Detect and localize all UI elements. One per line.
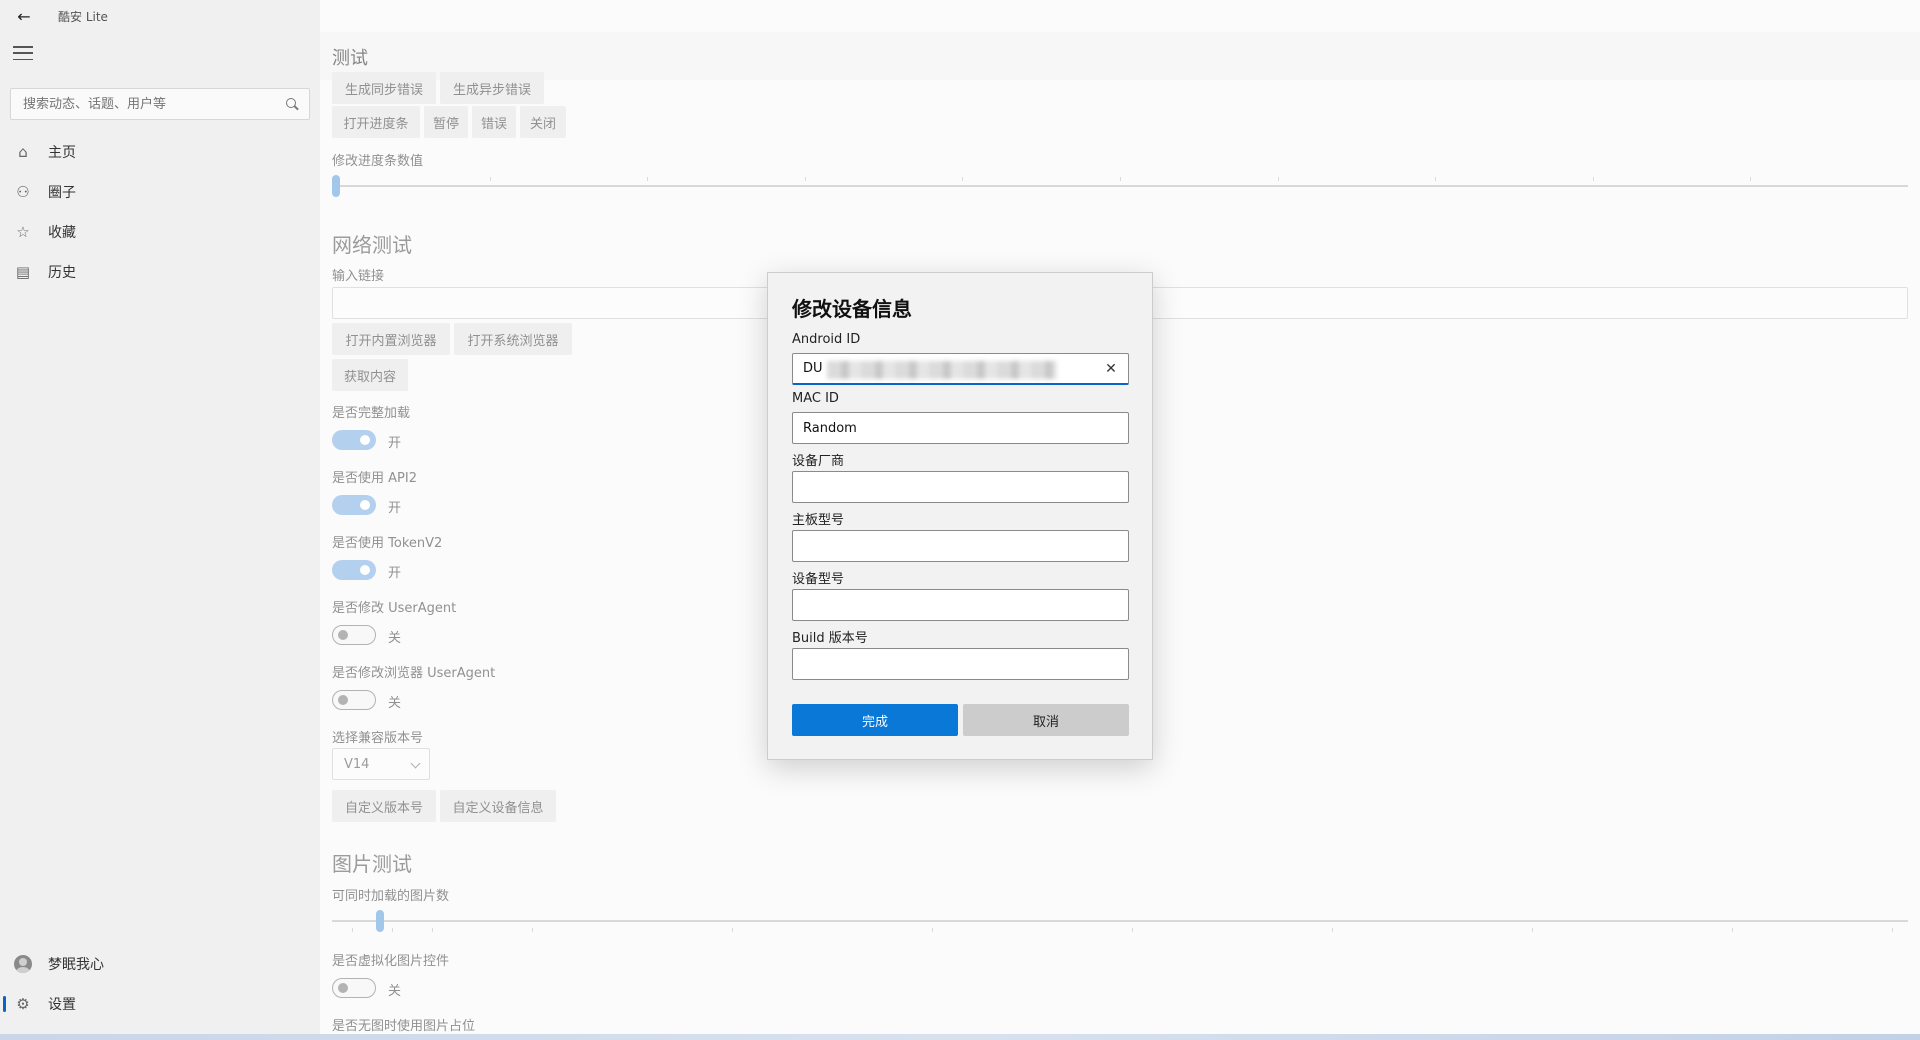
build-label: Build 版本号 [792,631,868,646]
clear-icon[interactable]: ✕ [1104,362,1118,376]
taskbar-edge [0,1034,1920,1040]
android-id-value: DU [803,361,823,376]
model-label: 设备型号 [792,572,845,587]
selection-indicator [3,996,6,1012]
build-input[interactable] [792,648,1129,680]
done-button[interactable]: 完成 [792,704,958,736]
sidebar: ⌂ 主页 ⚇ 圈子 ☆ 收藏 ▤ 历史 梦眠我心 ⚙ 设置 [0,0,320,1040]
model-input[interactable] [792,589,1129,621]
dialog-title: 修改设备信息 [792,297,912,321]
sidebar-item-label: 圈子 [48,185,76,201]
search-input[interactable] [21,95,285,113]
mac-id-value: Random [803,420,857,436]
search-icon[interactable] [285,97,299,111]
people-icon: ⚇ [16,183,30,201]
home-icon: ⌂ [18,143,28,161]
window-title: 酷安 Lite [58,9,108,24]
sidebar-item-home[interactable]: ⌂ 主页 [0,132,320,172]
sidebar-item-history[interactable]: ▤ 历史 [0,252,320,292]
mac-id-input[interactable]: Random [792,412,1129,444]
avatar [14,955,32,973]
manufacturer-input[interactable] [792,471,1129,503]
search-box[interactable] [10,88,310,120]
sidebar-item-label: 历史 [48,265,76,281]
sidebar-item-circles[interactable]: ⚇ 圈子 [0,172,320,212]
device-info-dialog: 修改设备信息 Android ID DU ✕ MAC ID Random 设备厂… [767,272,1153,760]
user-name: 梦眠我心 [48,957,104,973]
sidebar-item-settings[interactable]: ⚙ 设置 [0,984,320,1024]
android-id-input[interactable]: DU ✕ [792,353,1129,385]
board-input[interactable] [792,530,1129,562]
sidebar-footer: 梦眠我心 ⚙ 设置 [0,944,320,1024]
sidebar-nav: ⌂ 主页 ⚇ 圈子 ☆ 收藏 ▤ 历史 [0,132,320,292]
sidebar-item-label: 设置 [48,997,76,1013]
star-icon: ☆ [16,223,30,241]
cancel-button[interactable]: 取消 [963,704,1129,736]
hamburger-menu-icon[interactable] [13,46,33,60]
android-id-label: Android ID [792,332,861,347]
redacted-value [827,361,1057,379]
sidebar-item-label: 收藏 [48,225,76,241]
user-profile-item[interactable]: 梦眠我心 [0,944,320,984]
sidebar-item-favorites[interactable]: ☆ 收藏 [0,212,320,252]
mac-id-label: MAC ID [792,391,839,406]
history-icon: ▤ [15,263,31,281]
back-arrow-icon[interactable]: ← [0,0,48,32]
manufacturer-label: 设备厂商 [792,454,845,469]
sidebar-item-label: 主页 [48,145,76,161]
gear-icon: ⚙ [16,995,30,1013]
board-label: 主板型号 [792,513,845,528]
